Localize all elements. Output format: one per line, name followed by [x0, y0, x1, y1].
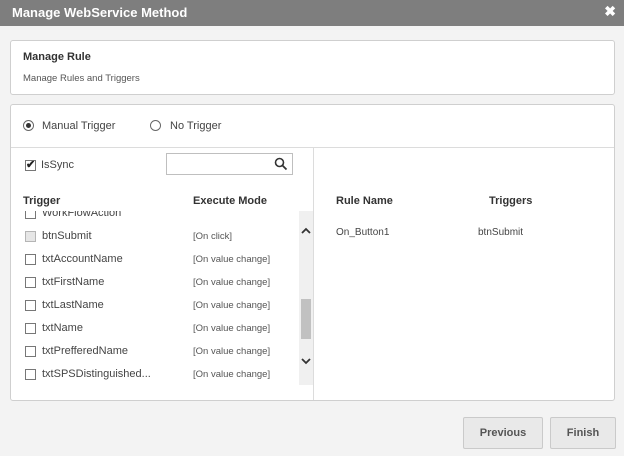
- scrollbar-thumb[interactable]: [301, 299, 311, 339]
- trigger-column: IsSync Trigger Execute Mode WorkFlowActi…: [11, 148, 314, 400]
- manage-webservice-dialog: Manage WebService Method ✖ Manage Rule M…: [0, 0, 624, 456]
- dialog-title: Manage WebService Method: [12, 5, 188, 20]
- finish-button[interactable]: Finish: [550, 417, 616, 449]
- trigger-checkbox[interactable]: [25, 277, 36, 288]
- trigger-list-scrollbar[interactable]: [299, 211, 313, 385]
- trigger-name: txtPrefferedName: [42, 345, 129, 357]
- list-item: btnSubmit [On click]: [11, 227, 299, 249]
- list-item: txtSPSDistinguished... [On value change]: [11, 365, 299, 385]
- previous-button[interactable]: Previous: [463, 417, 543, 449]
- triggers-column-header: Triggers: [489, 195, 533, 207]
- chevron-down-icon[interactable]: [299, 353, 313, 369]
- trigger-checkbox[interactable]: [25, 211, 36, 219]
- manual-trigger-radio[interactable]: [23, 120, 34, 131]
- trigger-list: WorkFlowAction btnSubmit [On click] txtA…: [11, 211, 299, 385]
- trigger-option-row: Manual Trigger No Trigger: [11, 105, 614, 148]
- issync-label[interactable]: IsSync: [41, 159, 74, 171]
- no-trigger-radio[interactable]: [150, 120, 161, 131]
- close-icon[interactable]: ✖: [604, 3, 616, 20]
- list-item: txtFirstName [On value change]: [11, 273, 299, 295]
- trigger-name: txtLastName: [42, 299, 104, 311]
- trigger-checkbox[interactable]: [25, 231, 36, 242]
- search-box[interactable]: [166, 153, 293, 175]
- no-trigger-label[interactable]: No Trigger: [170, 120, 221, 132]
- rule-name-cell[interactable]: On_Button1: [336, 227, 389, 238]
- list-item: txtLastName [On value change]: [11, 296, 299, 318]
- rule-name-column-header: Rule Name: [336, 195, 393, 207]
- manual-trigger-label[interactable]: Manual Trigger: [42, 120, 115, 132]
- trigger-column-header: Trigger: [23, 195, 61, 207]
- trigger-name: btnSubmit: [42, 230, 92, 242]
- issync-checkbox[interactable]: [25, 158, 36, 171]
- list-item: txtAccountName [On value change]: [11, 250, 299, 272]
- trigger-name: txtName: [42, 322, 83, 334]
- rules-column: Rule Name Triggers On_Button1 btnSubmit: [315, 148, 614, 400]
- trigger-checkbox[interactable]: [25, 254, 36, 265]
- execute-mode: [On value change]: [193, 369, 271, 380]
- trigger-checkbox[interactable]: [25, 346, 36, 357]
- chevron-up-icon[interactable]: [299, 223, 313, 239]
- manage-rule-panel: Manage Rule Manage Rules and Triggers: [10, 40, 615, 95]
- manage-rule-subtitle: Manage Rules and Triggers: [23, 73, 140, 84]
- execute-mode: [On click]: [193, 231, 233, 242]
- trigger-checkbox[interactable]: [25, 300, 36, 311]
- list-item: txtName [On value change]: [11, 319, 299, 341]
- search-input[interactable]: [167, 154, 267, 174]
- search-icon[interactable]: [274, 157, 288, 171]
- execute-mode: [On value change]: [193, 254, 271, 265]
- execute-mode: [On value change]: [193, 300, 271, 311]
- trigger-name: WorkFlowAction: [42, 211, 122, 219]
- rules-panel: Manual Trigger No Trigger IsSync Trigger…: [10, 104, 615, 401]
- trigger-name: txtFirstName: [42, 276, 105, 288]
- execute-mode: [On value change]: [193, 323, 271, 334]
- manage-rule-heading: Manage Rule: [23, 51, 91, 63]
- trigger-checkbox[interactable]: [25, 369, 36, 380]
- trigger-name: txtSPSDistinguished...: [42, 368, 151, 380]
- execute-mode: [On value change]: [193, 346, 271, 357]
- execute-mode: [On value change]: [193, 277, 271, 288]
- trigger-checkbox[interactable]: [25, 323, 36, 334]
- execute-mode-column-header: Execute Mode: [193, 195, 267, 207]
- rule-triggers-cell: btnSubmit: [478, 227, 524, 238]
- list-item: WorkFlowAction: [11, 211, 299, 226]
- list-item: txtPrefferedName [On value change]: [11, 342, 299, 364]
- title-bar: Manage WebService Method ✖: [0, 0, 624, 26]
- trigger-name: txtAccountName: [42, 253, 123, 265]
